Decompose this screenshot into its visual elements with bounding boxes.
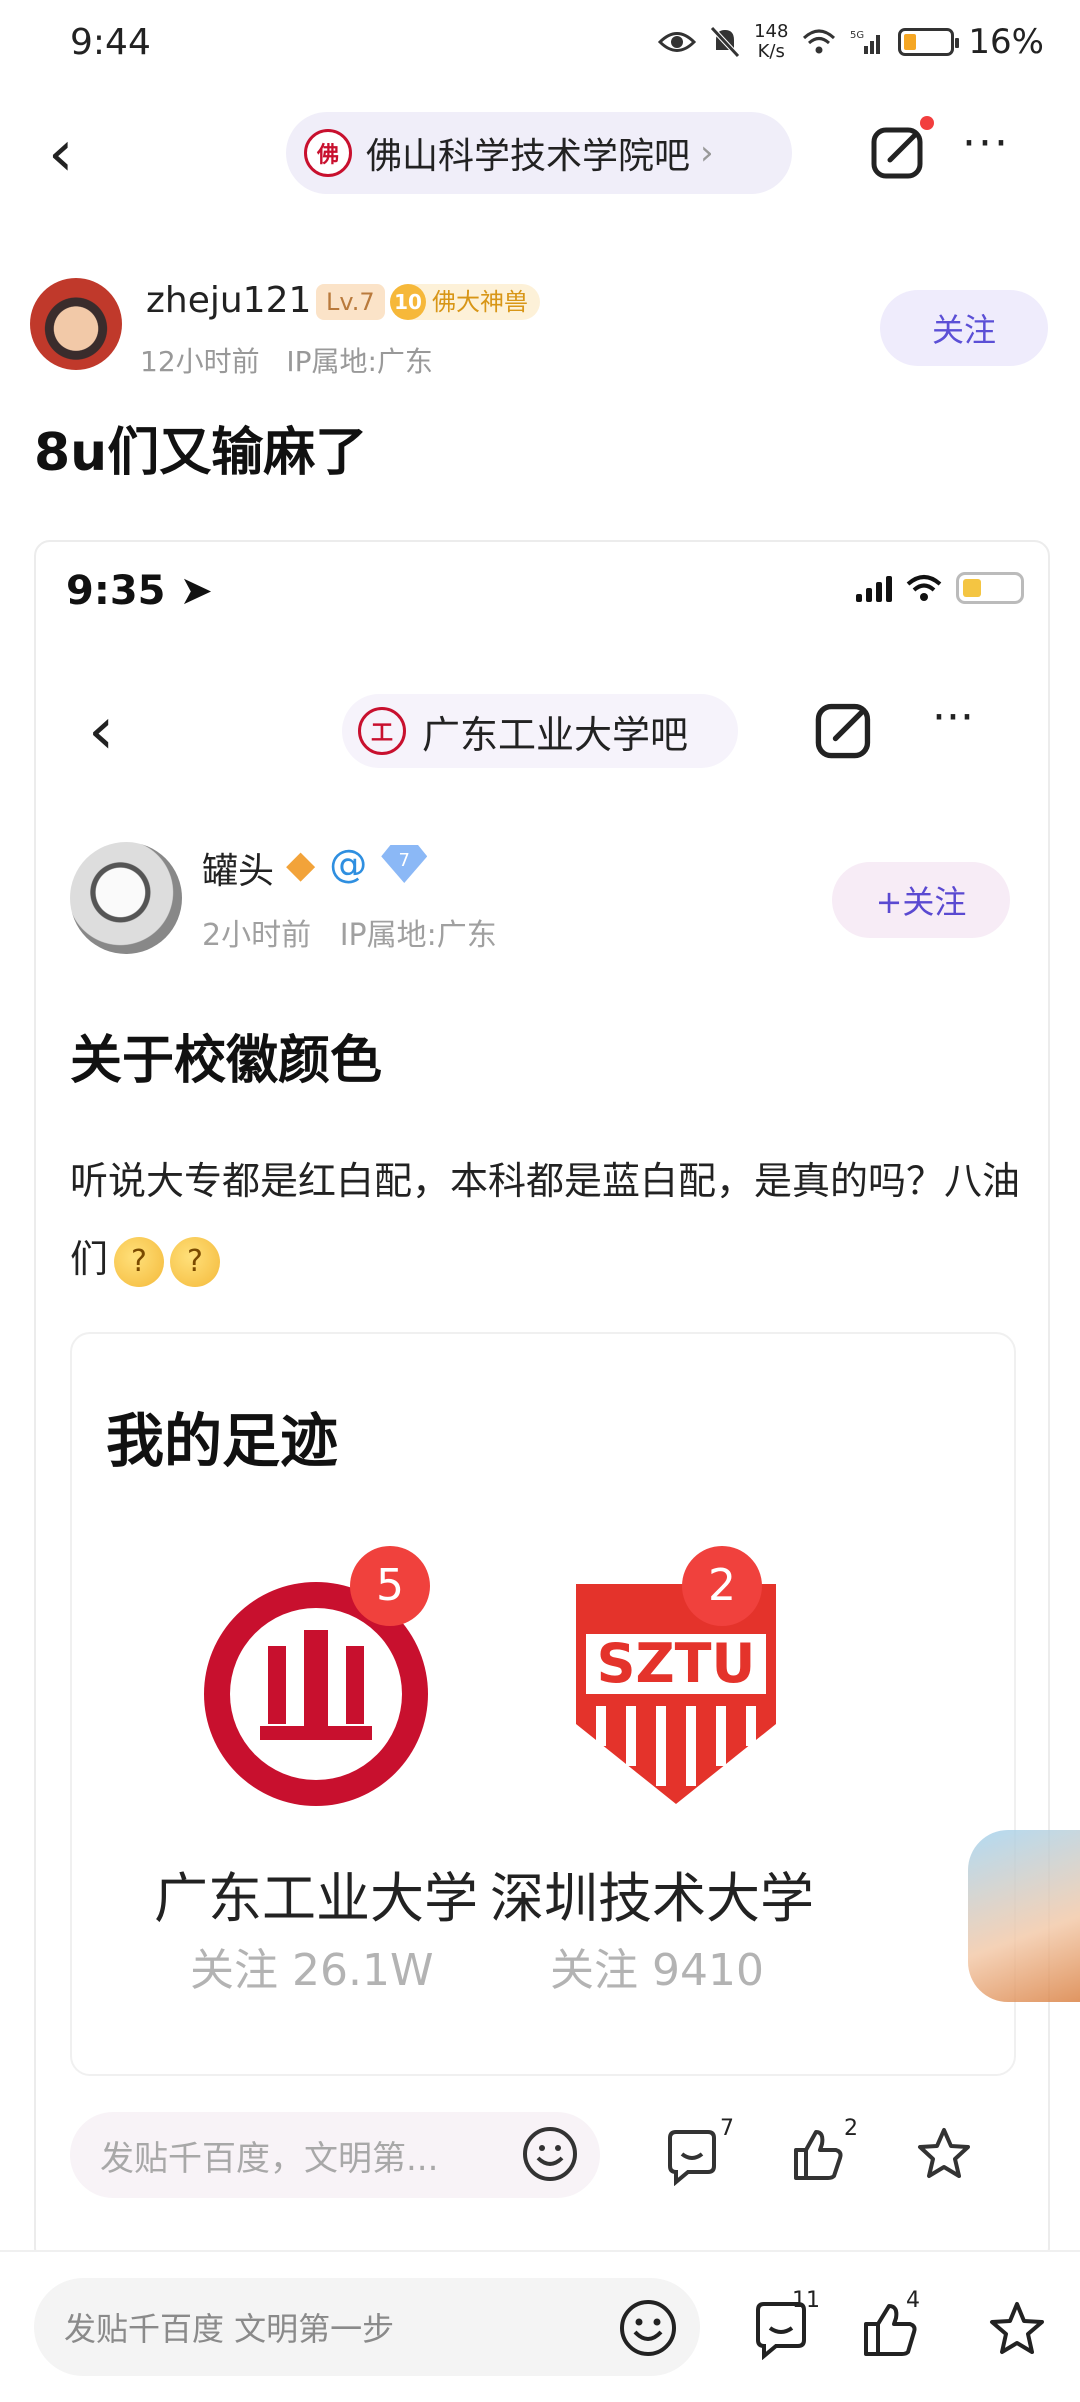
wifi-icon <box>803 29 836 54</box>
cell-signal-icon: 5G <box>850 30 881 54</box>
inner-post-meta: 2小时前 IP属地:广东 <box>202 918 497 953</box>
footprint-follow-count: 关注 26.1W <box>190 1945 434 1996</box>
battery-percent: 16% <box>968 22 1044 62</box>
inner-battery-icon <box>956 572 1024 604</box>
author-name[interactable]: zheju121 <box>146 280 311 321</box>
network-speed: 148 K/s <box>754 21 789 62</box>
mute-bell-icon <box>710 26 740 58</box>
eye-icon <box>658 32 697 52</box>
inner-forum-logo: 工 <box>358 707 406 755</box>
inner-status-icons <box>856 572 1024 604</box>
back-chevron-icon[interactable]: ‹ <box>48 122 74 186</box>
inner-forum-name: 广东工业大学吧 <box>422 712 689 757</box>
inner-emoji-icon <box>523 2127 577 2181</box>
swirl-icon: @ <box>329 842 368 886</box>
post-meta: 12小时前 IP属地:广东 <box>140 345 433 378</box>
diamond-level-icon: 7 <box>381 845 428 883</box>
floating-assistant-avatar[interactable] <box>968 1830 1080 2002</box>
forum-link[interactable]: 佛 佛山科学技术学院吧 › <box>286 112 792 194</box>
reply-input[interactable]: 发贴千百度 文明第一步 <box>34 2278 700 2376</box>
more-icon[interactable]: ··· <box>962 118 1010 169</box>
battery-icon <box>898 28 960 56</box>
inner-like-icon <box>794 2130 843 2180</box>
forum-name: 佛山科学技术学院吧 <box>366 136 691 177</box>
post-title: 8u们又输麻了 <box>34 423 368 483</box>
favorite-star-icon[interactable] <box>986 2298 1048 2360</box>
footprint-forum-name: 广东工业大学 <box>154 1867 478 1930</box>
inner-star-icon <box>918 2128 970 2178</box>
inner-signal-icon <box>856 574 892 602</box>
sztu-logo: SZTU <box>576 1584 776 1804</box>
author-avatar[interactable] <box>30 278 122 370</box>
post-image[interactable]: 9:35 ➤ ‹ 工 广东工业大学吧 ··· 罐头 ◆ @ 7 2小时前 IP属… <box>34 540 1050 2264</box>
fish-icon: ◆ <box>286 842 316 886</box>
inner-edit-icon <box>815 703 871 759</box>
footprint-card: 我的足迹 5 SZTU 2 广东工业大学 深圳技术大学 关注 26.1W 关注 … <box>70 1332 1016 2076</box>
inner-wifi-icon <box>906 575 942 601</box>
inner-like-count: 2 <box>844 2116 858 2141</box>
footprint-title: 我的足迹 <box>106 1407 339 1475</box>
visit-count-badge: 5 <box>350 1546 430 1626</box>
level-badge: Lv.7 <box>316 284 385 320</box>
inner-post-body: 听说大专都是红白配，本科都是蓝白配，是真的吗？八油们?? <box>70 1142 1020 1298</box>
forum-logo: 佛 <box>304 129 352 177</box>
footprint-follow-count: 关注 9410 <box>550 1945 764 1996</box>
svg-text:5G: 5G <box>850 30 864 41</box>
inner-back-icon: ‹ <box>88 692 115 769</box>
inner-author-avatar <box>70 842 182 954</box>
title-badge: 10 佛大神兽 <box>390 284 540 320</box>
inner-author-badges: ◆ @ 7 <box>286 842 428 886</box>
like-count: 4 <box>906 2288 920 2313</box>
notification-dot <box>920 116 934 130</box>
status-time: 9:44 <box>70 22 151 63</box>
follow-button[interactable]: 关注 <box>880 290 1048 366</box>
inner-forum-pill: 工 广东工业大学吧 <box>342 694 738 768</box>
inner-comment-icon <box>668 2130 716 2186</box>
inner-status-time: 9:35 ➤ <box>66 568 213 614</box>
inner-follow-button: +关注 <box>832 862 1010 938</box>
visit-count-badge: 2 <box>682 1546 762 1626</box>
comment-count: 11 <box>792 2288 820 2313</box>
svg-text:SZTU: SZTU <box>597 1632 756 1695</box>
footprint-forum-name: 深圳技术大学 <box>490 1867 814 1930</box>
thinking-emoji-icon: ? <box>170 1236 221 1287</box>
location-arrow-icon: ➤ <box>179 568 213 614</box>
edit-post-icon[interactable] <box>868 122 928 182</box>
inner-post-title: 关于校徽颜色 <box>70 1031 383 1091</box>
emoji-icon[interactable] <box>618 2298 678 2358</box>
status-icons: 148 K/s 5G 16% <box>658 22 1044 62</box>
thinking-emoji-icon: ? <box>114 1236 165 1287</box>
chevron-right-icon: › <box>700 133 714 173</box>
inner-more-icon: ··· <box>932 692 974 743</box>
inner-author-name: 罐头 <box>202 851 275 892</box>
inner-comment-count: 7 <box>720 2116 734 2141</box>
